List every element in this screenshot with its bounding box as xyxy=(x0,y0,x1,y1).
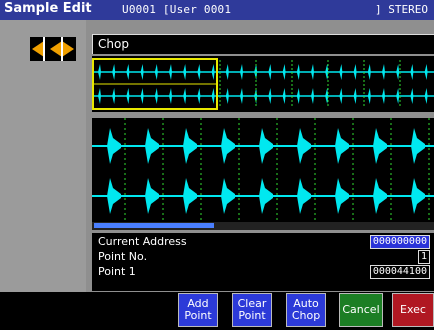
overview-transient xyxy=(240,88,243,104)
chop-icon xyxy=(30,37,76,61)
detail-transient xyxy=(145,128,159,164)
detail-transient xyxy=(107,178,121,214)
point-no-value[interactable]: 1 xyxy=(417,250,430,264)
scroll-thumb[interactable] xyxy=(94,223,214,228)
channel-mode: ] STEREO xyxy=(375,3,428,16)
detail-transient xyxy=(183,128,197,164)
app-title: Sample Edit xyxy=(4,1,92,16)
overview-transient xyxy=(197,64,201,80)
chop-tab: Chop xyxy=(92,34,434,54)
overview-transient xyxy=(183,88,187,104)
detail-transient xyxy=(373,128,387,164)
overview-transient xyxy=(382,88,385,104)
overview-transient xyxy=(126,64,130,80)
overview-transient xyxy=(112,64,116,80)
overview-transient xyxy=(296,88,300,104)
overview-transient xyxy=(353,64,357,80)
detail-transient xyxy=(297,128,311,164)
overview-transient xyxy=(424,64,428,80)
overview-transient xyxy=(339,64,343,80)
detail-transient xyxy=(221,128,235,164)
waveform-scrollbar[interactable] xyxy=(92,222,434,230)
current-address-label: Current Address xyxy=(98,235,187,248)
current-address-value[interactable]: 000000000 xyxy=(369,235,430,249)
overview-transient xyxy=(225,64,229,80)
overview-transient xyxy=(296,64,300,80)
chop-tab-label: Chop xyxy=(98,37,129,51)
overview-transient xyxy=(410,88,414,104)
point-label: Point 1 xyxy=(98,265,136,278)
overview-transient xyxy=(225,88,229,104)
detail-transient xyxy=(221,178,235,214)
overview-transient xyxy=(211,64,215,80)
detail-transient xyxy=(259,128,273,164)
cancel-button[interactable]: Cancel xyxy=(339,293,383,327)
overview-transient xyxy=(98,64,101,80)
overview-transient xyxy=(311,88,314,104)
detail-transient xyxy=(145,178,159,214)
overview-transient xyxy=(140,64,144,80)
clear-point-button[interactable]: Clear Point xyxy=(232,293,272,327)
sample-name: U0001 [User 0001 xyxy=(122,3,232,16)
overview-transient xyxy=(268,64,272,80)
overview-transient xyxy=(112,88,116,104)
overview-transient xyxy=(367,64,371,80)
detail-transient xyxy=(259,178,273,214)
add-point-button[interactable]: Add Point xyxy=(178,293,218,327)
exec-button[interactable]: Exec xyxy=(392,293,434,327)
overview-transient xyxy=(183,64,187,80)
overview-transient xyxy=(311,64,314,80)
overview-transient xyxy=(382,64,385,80)
overview-transient xyxy=(396,88,400,104)
detail-transient xyxy=(411,128,425,164)
overview-transient xyxy=(353,88,357,104)
detail-transient xyxy=(373,178,387,214)
overview-transient xyxy=(240,64,243,80)
waveform-overview[interactable] xyxy=(92,56,434,112)
overview-transient xyxy=(140,88,144,104)
detail-transient xyxy=(335,178,349,214)
title-bar: Sample Edit U0001 [User 0001 ] STEREO xyxy=(0,0,434,20)
detail-transient xyxy=(107,128,121,164)
overview-transient xyxy=(169,88,172,104)
detail-transient xyxy=(335,128,349,164)
overview-transient xyxy=(424,88,428,104)
overview-transient xyxy=(211,88,215,104)
overview-transient xyxy=(154,64,158,80)
overview-transient xyxy=(197,88,201,104)
overview-transient xyxy=(98,88,101,104)
overview-transient xyxy=(154,88,158,104)
overview-transient xyxy=(126,88,130,104)
overview-transient xyxy=(268,88,272,104)
overview-transient xyxy=(410,64,414,80)
point-no-label: Point No. xyxy=(98,250,148,263)
overview-transient xyxy=(367,88,371,104)
point-value[interactable]: 000044100 xyxy=(369,265,430,279)
overview-transient xyxy=(282,64,286,80)
detail-transient xyxy=(411,178,425,214)
overview-transient xyxy=(282,88,286,104)
overview-transient xyxy=(169,64,172,80)
detail-transient xyxy=(297,178,311,214)
detail-transient xyxy=(183,178,197,214)
waveform-detail[interactable] xyxy=(92,118,434,230)
overview-transient xyxy=(339,88,343,104)
auto-chop-button[interactable]: Auto Chop xyxy=(286,293,326,327)
overview-transient xyxy=(396,64,400,80)
info-panel: Current Address 000000000 Point No. 1 Po… xyxy=(92,233,434,291)
